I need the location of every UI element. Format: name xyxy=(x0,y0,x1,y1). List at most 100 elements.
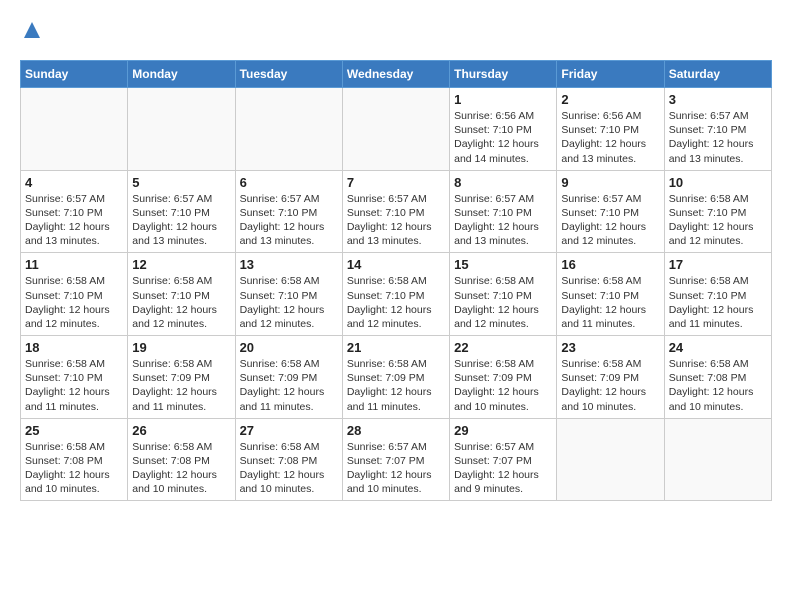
calendar-cell: 12 Sunrise: 6:58 AMSunset: 7:10 PMDayligh… xyxy=(128,253,235,336)
calendar-cell: 9 Sunrise: 6:57 AMSunset: 7:10 PMDaylight… xyxy=(557,170,664,253)
calendar-cell: 11 Sunrise: 6:58 AMSunset: 7:10 PMDayligh… xyxy=(21,253,128,336)
day-number: 29 xyxy=(454,423,552,438)
day-number: 21 xyxy=(347,340,445,355)
weekday-header-friday: Friday xyxy=(557,61,664,88)
cell-info: Sunrise: 6:58 AMSunset: 7:09 PMDaylight:… xyxy=(454,357,552,414)
calendar-cell: 28 Sunrise: 6:57 AMSunset: 7:07 PMDayligh… xyxy=(342,418,449,501)
cell-info: Sunrise: 6:58 AMSunset: 7:10 PMDaylight:… xyxy=(132,274,230,331)
calendar-cell: 7 Sunrise: 6:57 AMSunset: 7:10 PMDaylight… xyxy=(342,170,449,253)
cell-info: Sunrise: 6:58 AMSunset: 7:10 PMDaylight:… xyxy=(347,274,445,331)
day-number: 20 xyxy=(240,340,338,355)
calendar-table: SundayMondayTuesdayWednesdayThursdayFrid… xyxy=(20,60,772,501)
calendar-cell: 25 Sunrise: 6:58 AMSunset: 7:08 PMDayligh… xyxy=(21,418,128,501)
day-number: 1 xyxy=(454,92,552,107)
day-number: 3 xyxy=(669,92,767,107)
week-row-3: 11 Sunrise: 6:58 AMSunset: 7:10 PMDayligh… xyxy=(21,253,772,336)
cell-info: Sunrise: 6:58 AMSunset: 7:09 PMDaylight:… xyxy=(132,357,230,414)
day-number: 8 xyxy=(454,175,552,190)
cell-info: Sunrise: 6:58 AMSunset: 7:10 PMDaylight:… xyxy=(669,192,767,249)
cell-info: Sunrise: 6:58 AMSunset: 7:10 PMDaylight:… xyxy=(561,274,659,331)
calendar-cell: 14Sunrise: 6:58 AMSunset: 7:10 PMDayligh… xyxy=(342,253,449,336)
day-number: 27 xyxy=(240,423,338,438)
weekday-header-wednesday: Wednesday xyxy=(342,61,449,88)
calendar-cell: 16 Sunrise: 6:58 AMSunset: 7:10 PMDayligh… xyxy=(557,253,664,336)
day-number: 23 xyxy=(561,340,659,355)
week-row-1: 1 Sunrise: 6:56 AMSunset: 7:10 PMDaylight… xyxy=(21,88,772,171)
calendar-cell: 17 Sunrise: 6:58 AMSunset: 7:10 PMDayligh… xyxy=(664,253,771,336)
cell-info: Sunrise: 6:58 AMSunset: 7:08 PMDaylight:… xyxy=(240,440,338,497)
day-number: 25 xyxy=(25,423,123,438)
cell-info: Sunrise: 6:57 AMSunset: 7:10 PMDaylight:… xyxy=(25,192,123,249)
cell-info: Sunrise: 6:58 AMSunset: 7:09 PMDaylight:… xyxy=(561,357,659,414)
cell-info: Sunrise: 6:57 AMSunset: 7:10 PMDaylight:… xyxy=(347,192,445,249)
cell-info: Sunrise: 6:57 AMSunset: 7:10 PMDaylight:… xyxy=(669,109,767,166)
day-number: 9 xyxy=(561,175,659,190)
logo-icon xyxy=(22,20,42,40)
calendar-cell: 10Sunrise: 6:58 AMSunset: 7:10 PMDayligh… xyxy=(664,170,771,253)
week-row-2: 4 Sunrise: 6:57 AMSunset: 7:10 PMDaylight… xyxy=(21,170,772,253)
calendar-cell: 27 Sunrise: 6:58 AMSunset: 7:08 PMDayligh… xyxy=(235,418,342,501)
cell-info: Sunrise: 6:57 AMSunset: 7:10 PMDaylight:… xyxy=(454,192,552,249)
day-number: 15 xyxy=(454,257,552,272)
day-number: 26 xyxy=(132,423,230,438)
calendar-cell xyxy=(235,88,342,171)
week-row-4: 18Sunrise: 6:58 AMSunset: 7:10 PMDayligh… xyxy=(21,336,772,419)
day-number: 11 xyxy=(25,257,123,272)
day-number: 28 xyxy=(347,423,445,438)
calendar-cell: 13Sunrise: 6:58 AMSunset: 7:10 PMDayligh… xyxy=(235,253,342,336)
day-number: 13 xyxy=(240,257,338,272)
day-number: 2 xyxy=(561,92,659,107)
calendar-cell xyxy=(557,418,664,501)
calendar-cell: 15 Sunrise: 6:58 AMSunset: 7:10 PMDayligh… xyxy=(450,253,557,336)
cell-info: Sunrise: 6:58 AMSunset: 7:09 PMDaylight:… xyxy=(347,357,445,414)
calendar-cell: 1 Sunrise: 6:56 AMSunset: 7:10 PMDaylight… xyxy=(450,88,557,171)
day-number: 7 xyxy=(347,175,445,190)
cell-info: Sunrise: 6:57 AMSunset: 7:10 PMDaylight:… xyxy=(132,192,230,249)
cell-info: Sunrise: 6:58 AMSunset: 7:08 PMDaylight:… xyxy=(669,357,767,414)
week-row-5: 25 Sunrise: 6:58 AMSunset: 7:08 PMDayligh… xyxy=(21,418,772,501)
day-number: 16 xyxy=(561,257,659,272)
weekday-header-saturday: Saturday xyxy=(664,61,771,88)
cell-info: Sunrise: 6:57 AMSunset: 7:10 PMDaylight:… xyxy=(561,192,659,249)
calendar-cell: 26 Sunrise: 6:58 AMSunset: 7:08 PMDayligh… xyxy=(128,418,235,501)
cell-info: Sunrise: 6:58 AMSunset: 7:10 PMDaylight:… xyxy=(25,357,123,414)
header xyxy=(20,20,772,50)
weekday-header-sunday: Sunday xyxy=(21,61,128,88)
weekday-header-row: SundayMondayTuesdayWednesdayThursdayFrid… xyxy=(21,61,772,88)
calendar-cell: 2 Sunrise: 6:56 AMSunset: 7:10 PMDaylight… xyxy=(557,88,664,171)
calendar-cell: 8 Sunrise: 6:57 AMSunset: 7:10 PMDaylight… xyxy=(450,170,557,253)
calendar-cell xyxy=(664,418,771,501)
cell-info: Sunrise: 6:57 AMSunset: 7:10 PMDaylight:… xyxy=(240,192,338,249)
calendar-cell xyxy=(21,88,128,171)
cell-info: Sunrise: 6:57 AMSunset: 7:07 PMDaylight:… xyxy=(347,440,445,497)
cell-info: Sunrise: 6:58 AMSunset: 7:10 PMDaylight:… xyxy=(454,274,552,331)
logo xyxy=(20,20,42,50)
cell-info: Sunrise: 6:56 AMSunset: 7:10 PMDaylight:… xyxy=(454,109,552,166)
cell-info: Sunrise: 6:58 AMSunset: 7:09 PMDaylight:… xyxy=(240,357,338,414)
calendar-cell: 19 Sunrise: 6:58 AMSunset: 7:09 PMDayligh… xyxy=(128,336,235,419)
calendar-cell: 23 Sunrise: 6:58 AMSunset: 7:09 PMDayligh… xyxy=(557,336,664,419)
calendar-cell: 24 Sunrise: 6:58 AMSunset: 7:08 PMDayligh… xyxy=(664,336,771,419)
cell-info: Sunrise: 6:56 AMSunset: 7:10 PMDaylight:… xyxy=(561,109,659,166)
calendar-cell: 20 Sunrise: 6:58 AMSunset: 7:09 PMDayligh… xyxy=(235,336,342,419)
day-number: 19 xyxy=(132,340,230,355)
calendar-cell: 18Sunrise: 6:58 AMSunset: 7:10 PMDayligh… xyxy=(21,336,128,419)
day-number: 17 xyxy=(669,257,767,272)
day-number: 6 xyxy=(240,175,338,190)
cell-info: Sunrise: 6:58 AMSunset: 7:08 PMDaylight:… xyxy=(132,440,230,497)
day-number: 12 xyxy=(132,257,230,272)
cell-info: Sunrise: 6:58 AMSunset: 7:10 PMDaylight:… xyxy=(669,274,767,331)
calendar-cell: 29Sunrise: 6:57 AMSunset: 7:07 PMDayligh… xyxy=(450,418,557,501)
cell-info: Sunrise: 6:58 AMSunset: 7:08 PMDaylight:… xyxy=(25,440,123,497)
weekday-header-monday: Monday xyxy=(128,61,235,88)
cell-info: Sunrise: 6:58 AMSunset: 7:10 PMDaylight:… xyxy=(25,274,123,331)
calendar-cell xyxy=(342,88,449,171)
calendar-cell: 21 Sunrise: 6:58 AMSunset: 7:09 PMDayligh… xyxy=(342,336,449,419)
weekday-header-tuesday: Tuesday xyxy=(235,61,342,88)
day-number: 24 xyxy=(669,340,767,355)
day-number: 4 xyxy=(25,175,123,190)
calendar-cell: 3 Sunrise: 6:57 AMSunset: 7:10 PMDaylight… xyxy=(664,88,771,171)
day-number: 5 xyxy=(132,175,230,190)
day-number: 22 xyxy=(454,340,552,355)
calendar-cell xyxy=(128,88,235,171)
